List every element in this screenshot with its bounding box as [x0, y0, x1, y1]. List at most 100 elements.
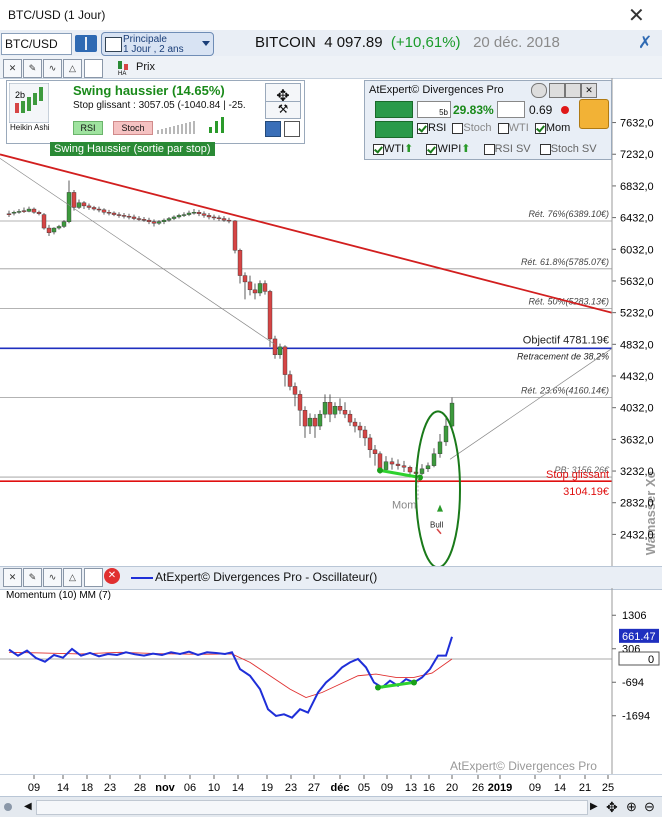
- candle-body: [292, 386, 298, 395]
- divergence-panel: AtExpert© Divergences Pro ✕ 5b 29.83% 0.…: [364, 80, 612, 160]
- osc-alert-icon[interactable]: △: [63, 568, 82, 587]
- candle-body: [116, 214, 122, 216]
- bell-icon[interactable]: [579, 99, 609, 129]
- mini-chart-icon[interactable]: 2b: [9, 83, 49, 123]
- osc-draw-icon[interactable]: ✎: [23, 568, 42, 587]
- time-axis-label: 16: [423, 782, 435, 794]
- time-axis-label: 21: [579, 782, 591, 794]
- candle-body: [36, 212, 42, 214]
- osc-close-icon[interactable]: ✕: [104, 568, 120, 584]
- candle-body: [247, 281, 253, 291]
- book-icon[interactable]: [75, 35, 97, 52]
- time-axis-label: 09: [381, 782, 393, 794]
- candle-body: [181, 214, 187, 216]
- scroll-right-icon[interactable]: ▶: [590, 801, 598, 812]
- candle-body: [297, 394, 303, 411]
- wipi-checkbox[interactable]: [426, 143, 438, 155]
- time-axis[interactable]: 09 14 18 23 28 nov 06 10 14 19 23 27 déc 05 09 13 16 20 26…: [0, 774, 662, 797]
- wrench-icon[interactable]: ✗: [638, 33, 652, 53]
- indicator-tools-icon[interactable]: ∿: [43, 59, 62, 78]
- blank-page-icon[interactable]: [84, 59, 103, 78]
- symbol-input[interactable]: BTC/USD: [1, 33, 72, 55]
- osc-tools-icon[interactable]: ✕: [3, 568, 22, 587]
- candle-body: [196, 212, 202, 214]
- candle-body: [101, 209, 107, 213]
- zoom-out-icon[interactable]: ⊖: [644, 799, 655, 815]
- time-axis-label: 23: [285, 782, 297, 794]
- candle-body: [126, 215, 132, 218]
- divergence-line: [379, 468, 421, 480]
- instrument-name: BITCOIN: [255, 34, 316, 51]
- candle-body: [226, 219, 232, 222]
- divergence-title: AtExpert© Divergences Pro: [369, 84, 504, 96]
- stoch-checkbox[interactable]: [452, 122, 464, 134]
- osc-blank-icon[interactable]: [84, 568, 103, 587]
- rsi-checkbox[interactable]: [417, 122, 428, 134]
- pen-icon[interactable]: [549, 83, 565, 98]
- wti-checkbox[interactable]: [497, 122, 509, 134]
- osc-axis-label: 1306: [622, 610, 646, 622]
- price-mode-label[interactable]: Prix: [136, 61, 155, 73]
- candle-body: [176, 215, 182, 218]
- chevron-down-icon[interactable]: [202, 41, 210, 46]
- stop-text: Stop glissant : 3057.05 (-1040.84 | -25.: [73, 100, 246, 111]
- price-axis-label: 3232,0: [620, 466, 654, 478]
- candle-body: [201, 213, 207, 216]
- time-axis-label: 06: [184, 782, 196, 794]
- ratio-icon[interactable]: [497, 101, 525, 118]
- horizontal-scrollbar[interactable]: ◀ ▶ ✥ ⊕ ⊖: [0, 796, 662, 817]
- stop-label: Stop glissant: [546, 469, 609, 481]
- check-wipi-label: WIPI: [437, 143, 462, 155]
- candle-body: [66, 192, 72, 222]
- panel-close-icon[interactable]: ✕: [581, 83, 597, 98]
- candle-body: [71, 192, 77, 208]
- candle-body: [443, 425, 449, 443]
- options-icon[interactable]: [531, 83, 547, 98]
- oscillator-chart[interactable]: 1306306-694-1694661.470 Momentum (10) MM…: [0, 588, 662, 774]
- chart-line-icon[interactable]: [284, 121, 300, 137]
- stoch-badge[interactable]: Stoch: [113, 121, 153, 135]
- layout-selector[interactable]: Principale 1 Jour , 2 ans: [101, 32, 214, 56]
- objectif-label: Objectif 4781.19€: [523, 334, 609, 346]
- osc-axis-label: -694: [622, 677, 644, 689]
- alert-icon[interactable]: △: [63, 59, 82, 78]
- candle-body: [367, 437, 373, 451]
- time-axis-label: 13: [405, 782, 417, 794]
- layout-period: 1 Jour , 2 ans: [123, 44, 184, 55]
- zoom-icon[interactable]: ⊕: [626, 799, 637, 815]
- candles-icon[interactable]: HA: [117, 59, 131, 76]
- crosshair-icon[interactable]: ✥: [606, 799, 618, 816]
- candle-body: [21, 210, 27, 212]
- close-icon[interactable]: ✕: [628, 3, 645, 28]
- wti-signal-checkbox[interactable]: [373, 143, 384, 155]
- divergence-5b-icon[interactable]: 5b: [417, 101, 451, 118]
- tools-icon[interactable]: ✕: [3, 59, 22, 78]
- candle-body: [352, 421, 358, 427]
- arrow-up-icon: ⬆: [404, 143, 414, 155]
- mom-checkbox[interactable]: [534, 122, 546, 134]
- price-axis-label: 4832,0: [620, 339, 654, 351]
- scroll-left-icon[interactable]: ◀: [24, 801, 32, 812]
- candle-body: [312, 417, 318, 427]
- tool-icon[interactable]: [565, 83, 581, 98]
- scroll-handle-dot[interactable]: [4, 803, 12, 811]
- candle-body: [26, 208, 32, 212]
- time-axis-label: 26: [472, 782, 484, 794]
- candle-body: [136, 218, 142, 220]
- scroll-track[interactable]: [36, 800, 588, 815]
- chart-tool-icon[interactable]: [265, 121, 281, 137]
- hammer-icon[interactable]: ⚒: [265, 101, 301, 119]
- window-title: BTC/USD (1 Jour): [8, 8, 106, 22]
- divergence-up-icon[interactable]: [375, 101, 413, 118]
- rsi-sv-checkbox[interactable]: [483, 143, 495, 155]
- divergence-down-icon[interactable]: [375, 121, 413, 138]
- price-axis-label: 6832,0: [620, 181, 654, 193]
- osc-indicator-icon[interactable]: ∿: [43, 568, 62, 587]
- stoch-sv-checkbox[interactable]: [539, 143, 551, 155]
- rsi-badge[interactable]: RSI: [73, 121, 103, 135]
- candle-body: [91, 207, 97, 210]
- osc-divergence-point: [411, 679, 417, 686]
- draw-tools-icon[interactable]: ✎: [23, 59, 42, 78]
- check-rsi-label: RSI: [428, 122, 447, 134]
- check-rsisv-label: RSI SV: [494, 143, 531, 155]
